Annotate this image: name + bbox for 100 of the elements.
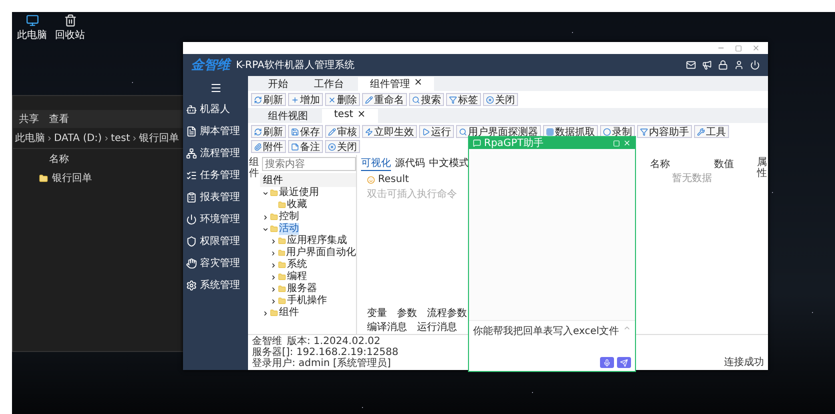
tab[interactable]: 开始 bbox=[256, 77, 300, 91]
toolbar-button[interactable]: 工具 bbox=[694, 125, 729, 138]
toolbar-button[interactable]: 备注 bbox=[288, 140, 323, 153]
megaphone-icon[interactable] bbox=[702, 60, 712, 70]
tab[interactable]: 组件管理 × bbox=[358, 77, 434, 91]
tab[interactable]: 编译消息 bbox=[367, 320, 407, 334]
file-name[interactable]: 银行回单 bbox=[52, 171, 92, 185]
sidebar-item[interactable]: 环境管理 bbox=[183, 212, 248, 226]
sidebar-item[interactable]: 脚本管理 bbox=[183, 124, 248, 138]
breadcrumb-item[interactable]: test bbox=[110, 132, 130, 144]
tab[interactable]: 源代码 bbox=[395, 156, 425, 171]
sidebar-item[interactable]: 报表管理 bbox=[183, 190, 248, 204]
folder-icon bbox=[270, 309, 278, 317]
toolbar-button[interactable]: 关闭 bbox=[483, 93, 518, 106]
folder-icon bbox=[39, 174, 48, 182]
toolbar-button[interactable]: 删除 bbox=[325, 93, 360, 106]
pencil-icon bbox=[365, 96, 373, 104]
menu-icon[interactable] bbox=[210, 82, 222, 94]
power-icon[interactable] bbox=[750, 60, 760, 70]
side-label: 组件 bbox=[248, 156, 260, 181]
toolbar-button[interactable]: 内容助手 bbox=[637, 125, 692, 138]
search-icon bbox=[412, 96, 420, 104]
tree-item[interactable]: 用户界面自动化 bbox=[286, 247, 356, 259]
folder-icon bbox=[278, 285, 286, 293]
folder-icon bbox=[278, 297, 286, 305]
sidebar-item[interactable]: 流程管理 bbox=[183, 146, 248, 160]
toolbar-button[interactable]: 刷新 bbox=[251, 93, 286, 106]
tree-item[interactable]: 活动 bbox=[279, 223, 299, 235]
robot-icon bbox=[186, 104, 197, 114]
tab[interactable]: 变量 bbox=[367, 306, 387, 320]
network-icon bbox=[186, 148, 197, 158]
play-icon bbox=[422, 128, 430, 136]
tab[interactable]: 运行消息 bbox=[417, 320, 457, 334]
menu-item[interactable]: 共享 bbox=[19, 112, 39, 126]
tab[interactable]: 可视化 bbox=[361, 156, 391, 171]
tree-item[interactable]: 系统 bbox=[287, 259, 307, 271]
tree-header: 组件 bbox=[260, 173, 356, 187]
refresh-icon bbox=[254, 96, 262, 104]
status-text: 金智维 bbox=[252, 336, 282, 347]
desktop-icon-label: 此电脑 bbox=[17, 28, 47, 42]
toolbar-button[interactable]: 运行 bbox=[419, 125, 454, 138]
message-field[interactable]: 你能帮我把回单表写入excel文件 bbox=[469, 320, 635, 371]
column-header: 名称 bbox=[49, 153, 69, 166]
search-field[interactable]: 搜索内容 bbox=[262, 157, 356, 171]
toolbar-button[interactable]: 增加 bbox=[288, 93, 323, 106]
toolbar-button[interactable]: 搜索 bbox=[409, 93, 444, 106]
trash-icon[interactable] bbox=[64, 14, 76, 27]
toolbar-button[interactable]: 标签 bbox=[446, 93, 481, 106]
close-icon[interactable] bbox=[752, 44, 760, 52]
save-icon bbox=[291, 128, 299, 136]
tab[interactable]: 组件视图 bbox=[256, 109, 320, 123]
tree-item[interactable]: 最近使用 bbox=[279, 187, 319, 199]
funnel-icon bbox=[449, 96, 457, 104]
refresh-icon bbox=[254, 128, 262, 136]
tree-item[interactable]: 服务器 bbox=[287, 283, 317, 295]
folder-icon bbox=[278, 237, 286, 245]
tree-item[interactable]: 应用程序集成 bbox=[287, 235, 347, 247]
sidebar-item[interactable]: 机器人 bbox=[183, 102, 248, 116]
result-icon bbox=[367, 176, 375, 184]
toolbar-button[interactable]: 刷新 bbox=[251, 125, 286, 138]
microphone-button[interactable] bbox=[600, 357, 614, 368]
funnel-icon bbox=[640, 128, 648, 136]
sidebar-item[interactable]: 任务管理 bbox=[183, 168, 248, 182]
tree-item[interactable]: 组件 bbox=[279, 307, 299, 319]
tab[interactable]: 参数 bbox=[397, 306, 417, 320]
tab[interactable]: test × bbox=[322, 109, 378, 123]
breadcrumb-item[interactable]: DATA (D:) bbox=[54, 132, 102, 144]
sidebar-item[interactable]: 容灾管理 bbox=[183, 256, 248, 270]
tab[interactable]: 流程参数 bbox=[427, 306, 467, 320]
status-text: 版本: 1.2024.02.02 bbox=[287, 336, 380, 347]
folder-icon bbox=[270, 213, 278, 221]
folder-icon bbox=[278, 201, 286, 209]
sidebar-item[interactable]: 系统管理 bbox=[183, 278, 248, 292]
toolbar-button[interactable]: 立即生效 bbox=[362, 125, 417, 138]
toolbar-button[interactable]: 审核 bbox=[325, 125, 360, 138]
toolbar-button[interactable]: 保存 bbox=[288, 125, 323, 138]
column-header: 名称 bbox=[650, 158, 670, 171]
checklist-icon bbox=[186, 170, 197, 180]
lightning-icon bbox=[365, 128, 373, 136]
tree-item[interactable]: 收藏 bbox=[287, 199, 307, 211]
tab[interactable]: 工作台 bbox=[302, 77, 356, 91]
logo: 金智维 bbox=[191, 56, 230, 74]
pencil-icon bbox=[328, 128, 336, 136]
tree-item[interactable]: 手机操作 bbox=[287, 295, 327, 307]
sidebar-item[interactable]: 权限管理 bbox=[183, 234, 248, 248]
monitor-icon[interactable] bbox=[26, 14, 38, 27]
wrench-icon bbox=[697, 128, 705, 136]
tree-item[interactable]: 编程 bbox=[287, 271, 307, 283]
tree-item[interactable]: 控制 bbox=[279, 211, 299, 223]
user-icon[interactable] bbox=[734, 60, 744, 70]
mail-icon[interactable] bbox=[686, 60, 696, 70]
toolbar-button[interactable]: 附件 bbox=[251, 140, 286, 153]
menu-item[interactable]: 查看 bbox=[49, 112, 69, 126]
send-button[interactable] bbox=[617, 357, 631, 368]
lock-icon[interactable] bbox=[718, 60, 728, 70]
empty-text: 暂无数据 bbox=[672, 172, 712, 185]
toolbar-button[interactable]: 关闭 bbox=[325, 140, 360, 153]
breadcrumb-item[interactable]: 银行回单 bbox=[139, 131, 180, 145]
toolbar-button[interactable]: 重命名 bbox=[362, 93, 407, 106]
breadcrumb-item[interactable]: 此电脑 bbox=[15, 131, 45, 145]
